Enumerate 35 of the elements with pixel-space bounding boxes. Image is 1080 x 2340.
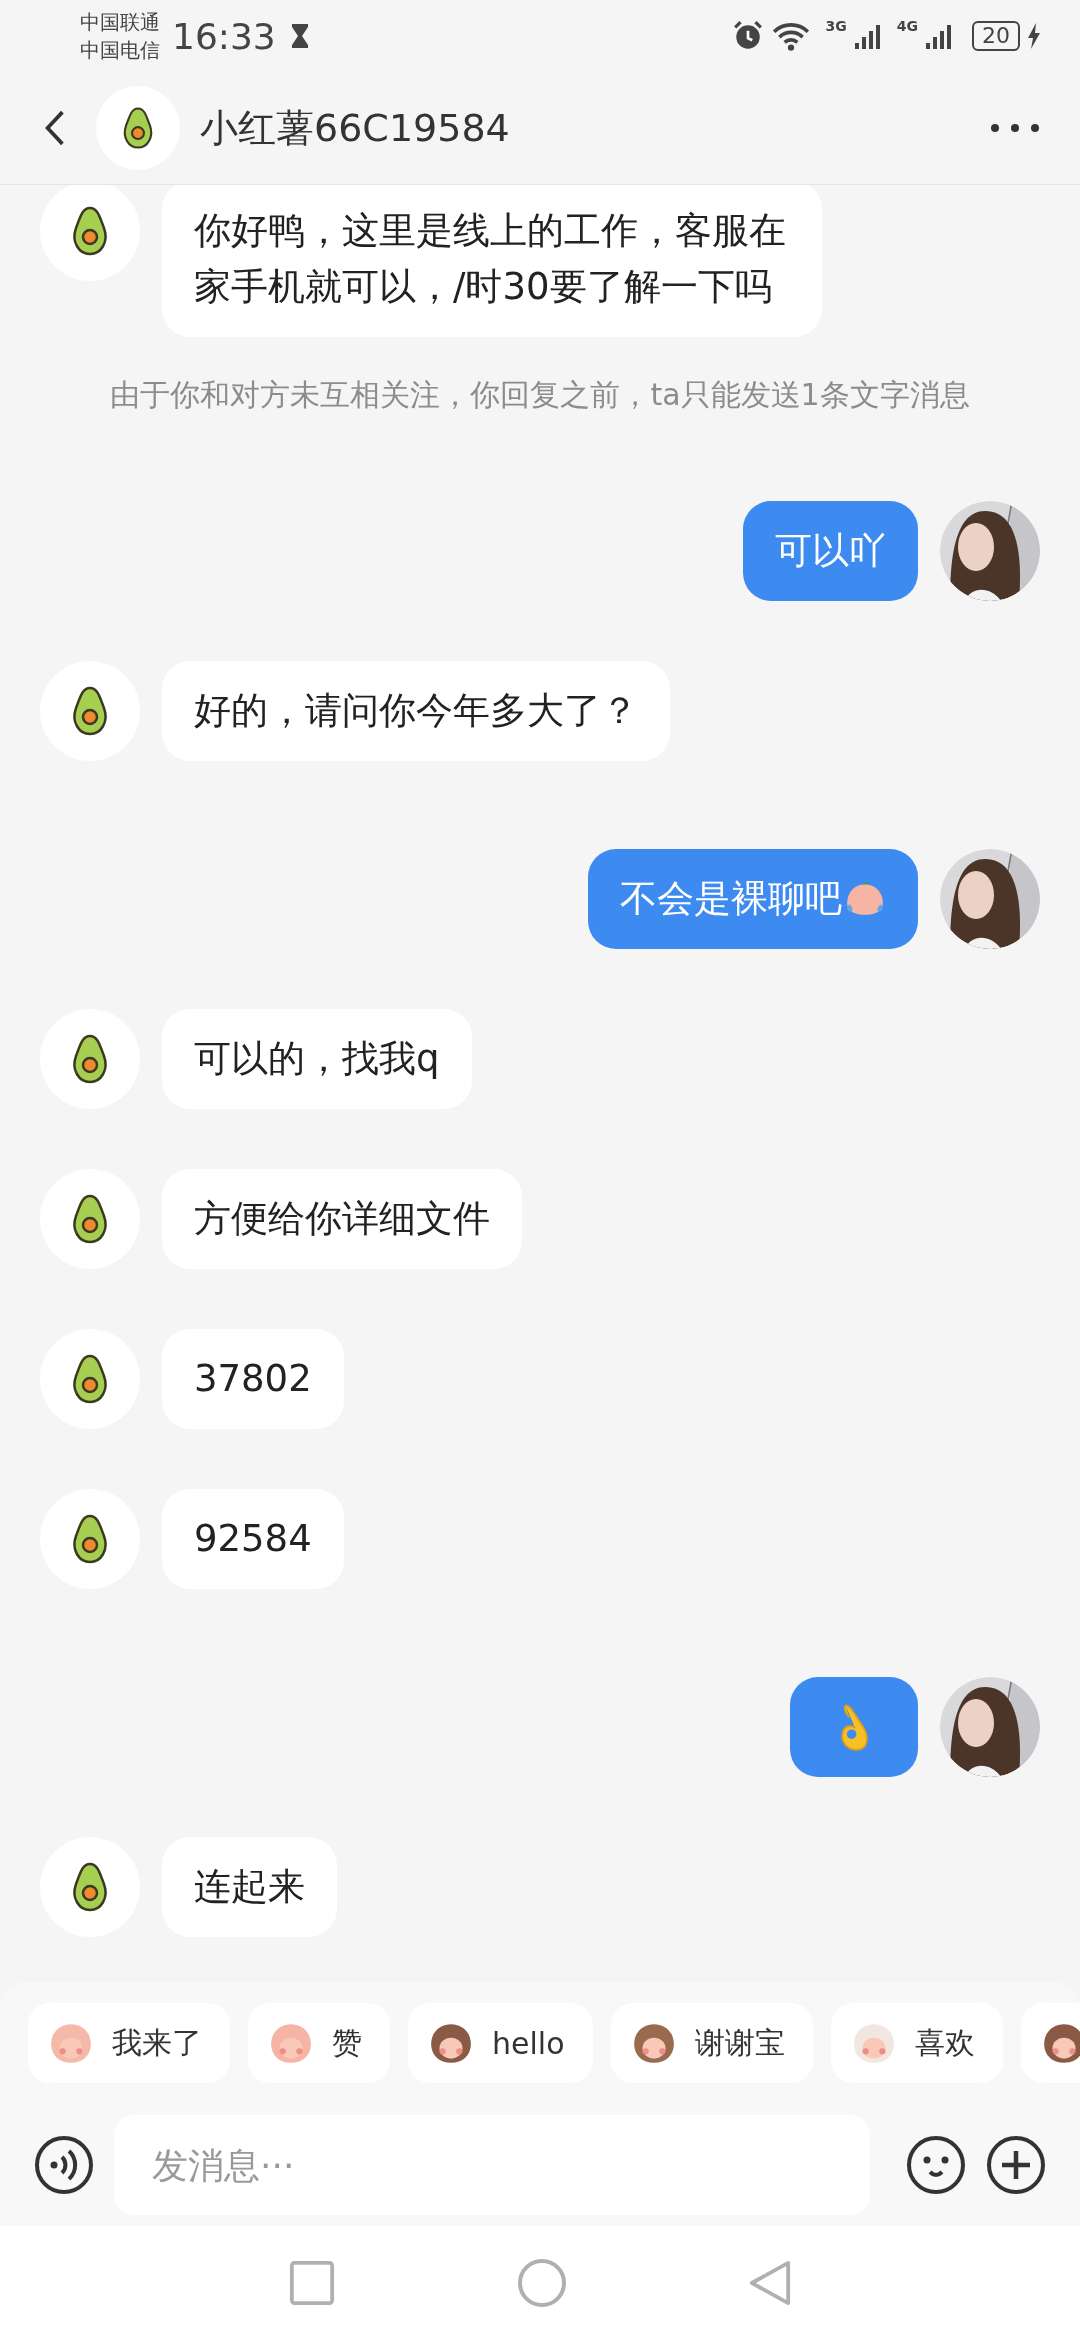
message-bubble: 92584 xyxy=(162,1489,344,1589)
message-bubble: 可以吖 xyxy=(743,501,918,601)
carrier-name: 中国电信 xyxy=(80,37,160,64)
carrier-name: 中国联通 xyxy=(80,9,160,36)
chat-title: 小红薯66C19584 xyxy=(200,104,510,152)
voice-icon[interactable] xyxy=(34,2135,94,2195)
add-icon[interactable] xyxy=(986,2135,1046,2195)
ok-hand-icon xyxy=(838,1703,870,1751)
signal-icon xyxy=(854,22,881,50)
more-icon[interactable] xyxy=(990,123,1040,133)
hourglass-icon xyxy=(289,23,310,49)
crying-sticker-icon xyxy=(844,881,886,917)
message-bubble: 可以的，找我q xyxy=(162,1009,472,1109)
signal-icon xyxy=(926,22,952,50)
battery-indicator: 20 xyxy=(972,21,1020,51)
message-bubble: 37802 xyxy=(162,1329,344,1429)
message-bubble: 不会是裸聊吧 xyxy=(588,849,918,949)
message-bubble: 连起来 xyxy=(162,1837,337,1937)
alarm-icon xyxy=(731,20,764,52)
back-icon[interactable] xyxy=(44,110,66,146)
clock-time: 16:33 xyxy=(172,15,276,57)
network-type: 3G xyxy=(825,18,847,34)
emoji-icon[interactable] xyxy=(906,2135,966,2195)
quick-reply-chip[interactable]: 喜欢 xyxy=(830,2003,1003,2083)
wifi-icon xyxy=(771,21,810,51)
network-type: 4G xyxy=(896,18,918,34)
message-bubble: 好的，请问你今年多大了？ xyxy=(162,661,670,761)
message-bubble: 方便给你详细文件 xyxy=(162,1169,522,1269)
quick-reply-chip[interactable]: 赞 xyxy=(248,2003,390,2083)
system-notice: 由于你和对方未互相关注，你回复之前，ta只能发送1条文字消息 xyxy=(109,377,971,413)
quick-reply-chip[interactable]: 谢谢宝 xyxy=(610,2003,813,2083)
quick-reply-chip[interactable]: 我来了 xyxy=(28,2003,230,2083)
message-bubble: 你好鸭，这里是线上的工作，客服在家手机就可以，/时30要了解一下吗 xyxy=(162,185,822,337)
quick-reply-chip[interactable]: hello xyxy=(408,2003,593,2083)
message-input[interactable]: 发消息··· xyxy=(114,2115,870,2215)
